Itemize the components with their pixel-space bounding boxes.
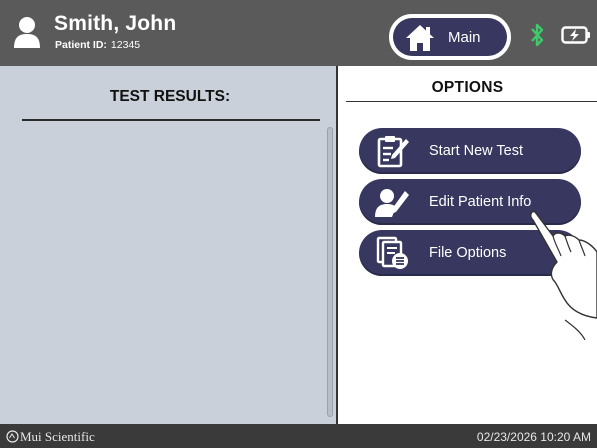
brand-name: Mui Scientific: [20, 429, 95, 444]
patient-name: Smith, John: [54, 12, 177, 35]
footer-datetime: 02/23/2026 10:20 AM: [476, 430, 591, 444]
test-results-divider: [22, 119, 320, 121]
status-footer: Mui Scientific 02/23/2026 10:20 AM: [0, 424, 597, 448]
test-results-title: TEST RESULTS:: [109, 88, 231, 105]
patient-id-label: Patient ID:: [55, 39, 107, 51]
start-new-test-label: Start New Test: [429, 143, 524, 159]
patient-id-value: 12345: [110, 39, 141, 51]
main-button-label: Main: [448, 29, 481, 46]
main-button-body[interactable]: Main: [393, 18, 507, 56]
brand-logo-icon: [6, 430, 19, 443]
options-title: OPTIONS: [431, 79, 504, 96]
test-results-scrollbar[interactable]: [327, 127, 333, 417]
user-icon: [14, 17, 40, 48]
clipboard-edit-icon: [377, 136, 409, 168]
edit-user-icon: [375, 189, 409, 217]
test-results-panel: TEST RESULTS:: [0, 66, 336, 424]
bluetooth-icon: [531, 23, 544, 47]
edit-patient-info-label: Edit Patient Info: [429, 194, 532, 210]
battery-charging-icon: [561, 26, 590, 44]
file-list-icon: [376, 236, 408, 269]
home-icon: [406, 25, 434, 51]
header-bar: Smith, John Patient ID: 12345 Main: [0, 0, 597, 66]
pointing-hand-icon: [530, 210, 597, 340]
patient-id: Patient ID: 12345: [55, 39, 140, 51]
start-new-test-button[interactable]: Start New Test: [359, 128, 581, 174]
file-options-label: File Options: [429, 245, 507, 261]
options-divider: [346, 101, 597, 102]
main-button[interactable]: Main: [389, 14, 511, 60]
